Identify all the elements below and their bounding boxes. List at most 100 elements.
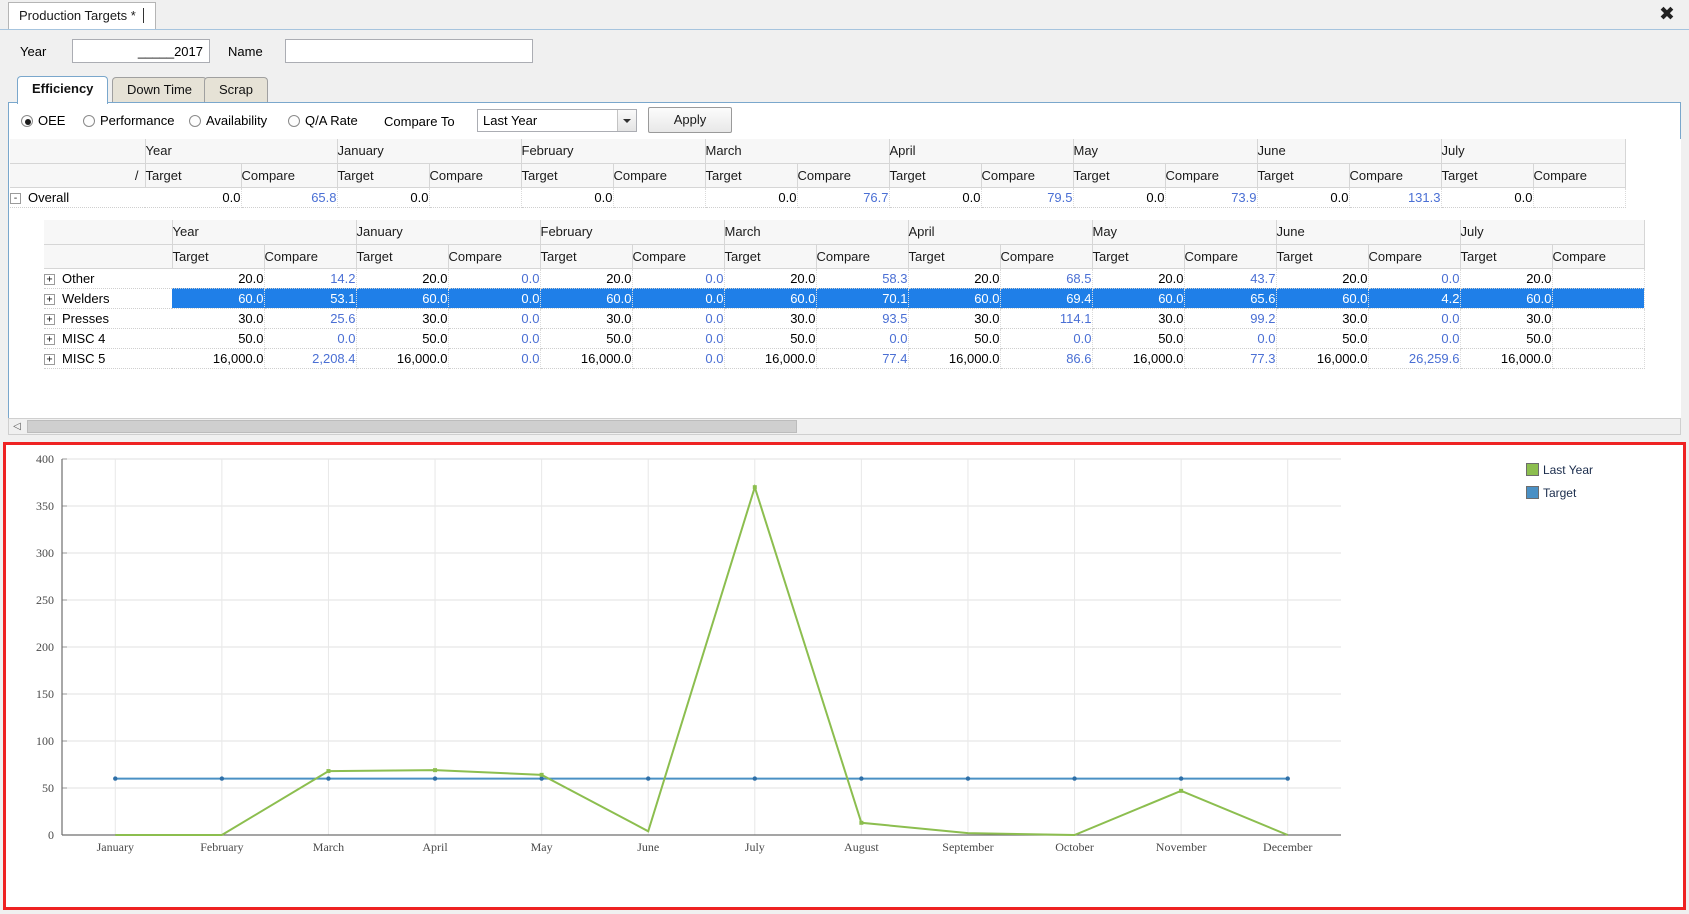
compare-cell[interactable]: 0.0 — [448, 288, 541, 309]
compare-cell[interactable]: 0.0 — [632, 288, 725, 309]
column-sub-header[interactable]: Compare — [1349, 163, 1442, 188]
year-input[interactable] — [72, 39, 210, 63]
column-sub-header[interactable]: Target — [145, 163, 242, 188]
column-sub-header[interactable]: Compare — [797, 163, 890, 188]
expand-icon[interactable]: + — [44, 333, 55, 345]
column-sub-header[interactable]: Target — [1073, 163, 1166, 188]
collapse-icon[interactable]: - — [10, 192, 21, 204]
column-group-header[interactable]: Year — [172, 220, 357, 245]
column-group-header[interactable]: February — [521, 139, 706, 164]
compare-cell[interactable] — [1552, 268, 1645, 289]
column-sub-header[interactable]: Compare — [613, 163, 706, 188]
compare-cell[interactable] — [1552, 348, 1645, 369]
column-sub-header[interactable]: Compare — [1000, 244, 1093, 269]
column-sub-header[interactable]: Target — [1257, 163, 1350, 188]
compare-cell[interactable]: 0.0 — [1000, 328, 1093, 349]
compare-cell[interactable]: 0.0 — [632, 348, 725, 369]
compare-cell[interactable]: 53.1 — [264, 288, 357, 309]
table-row[interactable]: - Overall 0.0 65.8 0.0 0.0 0.0 76.7 0.0 79.5 0.0 73… — [10, 187, 1626, 208]
target-cell[interactable]: 50.0 — [1092, 328, 1185, 349]
target-cell[interactable]: 0.0 — [521, 187, 614, 208]
compare-cell[interactable] — [1552, 308, 1645, 329]
target-cell[interactable]: 16,000.0 — [1276, 348, 1369, 369]
compare-cell[interactable]: 86.6 — [1000, 348, 1093, 369]
target-cell[interactable]: 16,000.0 — [1092, 348, 1185, 369]
target-cell[interactable]: 30.0 — [1460, 308, 1553, 329]
column-sub-header[interactable]: Compare — [1552, 244, 1645, 269]
expand-icon[interactable]: + — [44, 273, 55, 285]
compare-cell[interactable]: 2,208.4 — [264, 348, 357, 369]
column-sub-header[interactable]: Target — [908, 244, 1001, 269]
chevron-left-icon[interactable]: ◁ — [9, 419, 25, 434]
compare-cell[interactable]: 77.4 — [816, 348, 909, 369]
legend-item[interactable]: Last Year — [1525, 463, 1593, 477]
column-group-header[interactable]: March — [705, 139, 890, 164]
column-sub-header[interactable]: Target — [540, 244, 633, 269]
target-cell[interactable]: 20.0 — [1276, 268, 1369, 289]
apply-button[interactable]: Apply — [648, 107, 732, 133]
compare-cell[interactable]: 0.0 — [448, 348, 541, 369]
column-sub-header[interactable]: Target — [356, 244, 449, 269]
compare-cell[interactable]: 0.0 — [1184, 328, 1277, 349]
target-cell[interactable]: 20.0 — [172, 268, 265, 289]
compare-cell[interactable]: 0.0 — [632, 268, 725, 289]
target-cell[interactable]: 16,000.0 — [356, 348, 449, 369]
legend-item[interactable]: Target — [1525, 486, 1593, 500]
target-cell[interactable]: 30.0 — [1276, 308, 1369, 329]
column-group-header[interactable]: April — [908, 220, 1093, 245]
row-label-cell[interactable]: + MISC 5 — [44, 348, 172, 369]
target-cell[interactable]: 0.0 — [705, 187, 798, 208]
target-cell[interactable]: 30.0 — [908, 308, 1001, 329]
compare-cell[interactable]: 73.9 — [1165, 187, 1258, 208]
target-cell[interactable]: 60.0 — [540, 288, 633, 309]
expand-icon[interactable]: + — [44, 313, 55, 325]
column-sub-header[interactable]: Target — [724, 244, 817, 269]
column-group-header[interactable]: May — [1073, 139, 1258, 164]
column-sub-header[interactable]: Compare — [1165, 163, 1258, 188]
row-label-cell[interactable]: + Presses — [44, 308, 172, 329]
target-cell[interactable]: 0.0 — [1441, 187, 1534, 208]
column-sub-header[interactable]: Compare — [1184, 244, 1277, 269]
column-group-header[interactable]: April — [889, 139, 1074, 164]
compare-to-select[interactable]: Last Year — [477, 109, 637, 132]
compare-cell[interactable]: 0.0 — [448, 328, 541, 349]
column-group-header[interactable]: July — [1441, 139, 1626, 164]
compare-cell[interactable]: 4.2 — [1368, 288, 1461, 309]
target-cell[interactable]: 50.0 — [1276, 328, 1369, 349]
target-cell[interactable]: 20.0 — [724, 268, 817, 289]
compare-cell[interactable]: 0.0 — [632, 308, 725, 329]
radio-oee[interactable]: OEE — [21, 113, 65, 128]
column-sub-header[interactable]: Compare — [264, 244, 357, 269]
column-group-header[interactable]: January — [337, 139, 522, 164]
target-cell[interactable]: 30.0 — [540, 308, 633, 329]
target-cell[interactable]: 60.0 — [908, 288, 1001, 309]
table-row[interactable]: + MISC 4 50.0 0.0 50.0 0.0 50.0 0.0 50.0 0.0 50.0 0… — [44, 328, 1645, 349]
compare-cell[interactable] — [1552, 328, 1645, 349]
target-cell[interactable]: 50.0 — [1460, 328, 1553, 349]
target-cell[interactable]: 20.0 — [540, 268, 633, 289]
table-row[interactable]: + Presses 30.0 25.6 30.0 0.0 30.0 0.0 30.0 93.5 30… — [44, 308, 1645, 329]
compare-cell[interactable]: 131.3 — [1349, 187, 1442, 208]
expand-icon[interactable]: + — [44, 293, 55, 305]
radio-qa-rate[interactable]: Q/A Rate — [288, 113, 358, 128]
row-label-cell[interactable]: + MISC 4 — [44, 328, 172, 349]
column-group-header[interactable]: March — [724, 220, 909, 245]
tab-down-time[interactable]: Down Time — [112, 77, 208, 103]
column-sub-header[interactable]: Compare — [429, 163, 522, 188]
column-sub-header[interactable]: Target — [521, 163, 614, 188]
compare-cell[interactable]: 0.0 — [448, 308, 541, 329]
target-cell[interactable]: 16,000.0 — [908, 348, 1001, 369]
document-tab-production-targets[interactable]: Production Targets * — [8, 2, 156, 29]
chart-area[interactable]: 0 50 100 150 200 250 300 350 400 January February M… — [6, 445, 1683, 907]
column-sub-header[interactable]: Target — [705, 163, 798, 188]
compare-cell[interactable]: 0.0 — [632, 328, 725, 349]
compare-cell[interactable]: 77.3 — [1184, 348, 1277, 369]
close-icon[interactable]: ✖ — [1655, 2, 1679, 26]
target-cell[interactable]: 20.0 — [356, 268, 449, 289]
column-sub-header[interactable]: Target — [889, 163, 982, 188]
column-sub-header[interactable]: Target — [1276, 244, 1369, 269]
scrollbar-thumb[interactable] — [27, 420, 797, 433]
target-cell[interactable]: 0.0 — [1257, 187, 1350, 208]
target-cell[interactable]: 20.0 — [1460, 268, 1553, 289]
target-cell[interactable]: 0.0 — [1073, 187, 1166, 208]
